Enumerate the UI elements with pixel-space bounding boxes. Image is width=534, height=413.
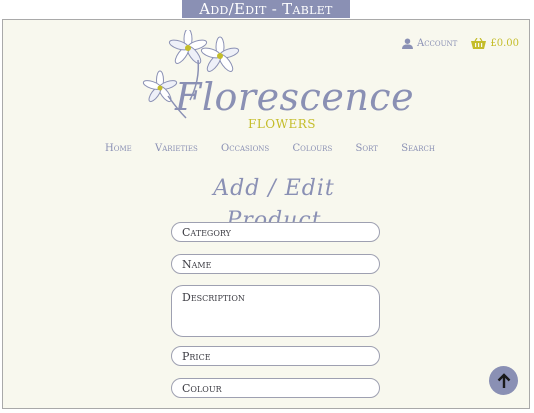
nav-varieties[interactable]: Varieties: [155, 143, 198, 159]
basket-link[interactable]: £0.00: [471, 37, 519, 49]
price-field[interactable]: [171, 346, 380, 366]
basket-icon: [471, 37, 487, 49]
nav-colours[interactable]: Colours: [293, 143, 333, 159]
category-field[interactable]: [171, 222, 380, 242]
nav-sort[interactable]: Sort: [356, 143, 378, 159]
brand-name[interactable]: Florescence: [175, 72, 414, 122]
nav-home[interactable]: Home: [105, 143, 132, 159]
description-field[interactable]: [171, 285, 380, 337]
page-title: Add / Edit Product: [213, 176, 335, 233]
back-to-top-button[interactable]: [489, 366, 518, 395]
header-actions: Account £0.00: [401, 35, 519, 51]
colour-field[interactable]: [171, 378, 380, 398]
arrow-up-icon: [497, 372, 510, 388]
account-label: Account: [416, 37, 458, 49]
account-icon: [401, 37, 413, 49]
account-link[interactable]: Account: [401, 37, 458, 49]
brand-subtitle: FLOWERS: [248, 117, 316, 131]
basket-total: £0.00: [490, 37, 519, 49]
nav-occasions[interactable]: Occasions: [221, 143, 269, 159]
page-caption: Add/Edit - Tablet: [182, 0, 350, 18]
name-field[interactable]: [171, 254, 380, 274]
nav-search[interactable]: Search: [401, 143, 435, 159]
main-nav: Home Varieties Occasions Colours Sort Se…: [105, 143, 435, 159]
